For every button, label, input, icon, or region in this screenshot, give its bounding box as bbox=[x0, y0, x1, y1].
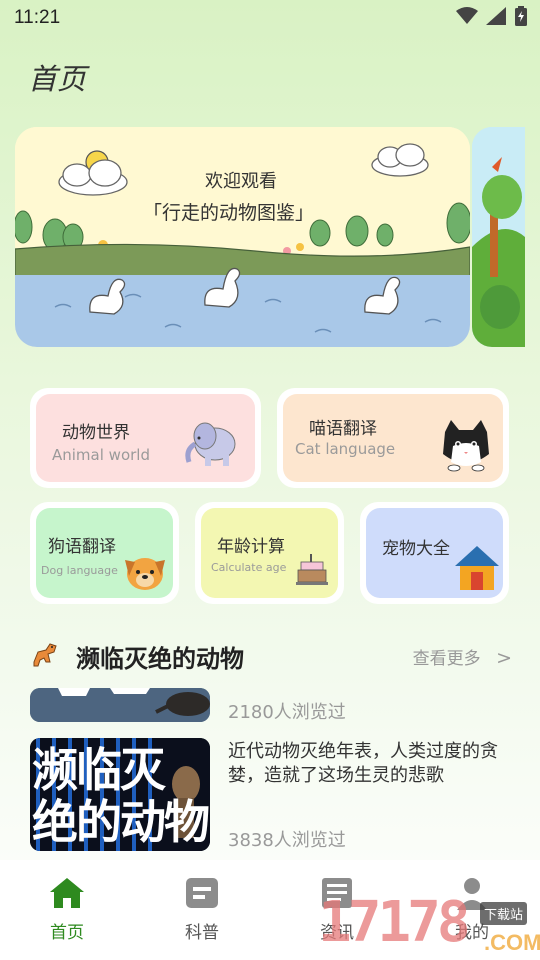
battery-icon bbox=[515, 6, 527, 26]
watermark-suffix: .COM bbox=[484, 930, 540, 955]
category-title: 喵语翻译 bbox=[309, 419, 377, 439]
armadillo-illustration bbox=[30, 688, 210, 722]
category-subtitle: Dog language bbox=[41, 564, 118, 577]
article-thumbnail: 濒临灭 绝的动物 bbox=[30, 738, 210, 851]
banner-slide[interactable]: 欢迎观看 「行走的动物图鉴」 bbox=[15, 127, 470, 347]
category-card-inner: 狗语翻译 Dog language bbox=[36, 508, 173, 598]
book-icon bbox=[186, 878, 218, 908]
thumbnail-line1: 濒临灭 bbox=[32, 743, 166, 797]
section-title: 濒临灭绝的动物 bbox=[76, 645, 244, 673]
list-item[interactable]: 2180人浏览过 bbox=[0, 688, 540, 728]
page-title: 首页 bbox=[28, 62, 87, 96]
watermark-number: 17178 bbox=[318, 890, 471, 955]
category-card-inner: 喵语翻译 Cat language bbox=[283, 394, 503, 482]
category-calculate-age[interactable]: 年龄计算 Calculate age bbox=[195, 502, 344, 604]
status-icons bbox=[456, 6, 528, 26]
article-views: 2180人浏览过 bbox=[228, 702, 346, 723]
banner-illustration: 欢迎观看 「行走的动物图鉴」 bbox=[15, 127, 470, 347]
tab-home[interactable]: 首页 bbox=[27, 876, 107, 943]
category-dog-language[interactable]: 狗语翻译 Dog language bbox=[30, 502, 179, 604]
tab-label: 首页 bbox=[50, 923, 84, 943]
category-animal-world[interactable]: 动物世界 Animal world bbox=[30, 388, 261, 488]
status-bar: 11:21 bbox=[0, 0, 540, 36]
see-more-link[interactable]: 查看更多 > bbox=[413, 644, 512, 669]
category-title: 狗语翻译 bbox=[48, 537, 116, 557]
elephant-icon bbox=[185, 422, 236, 466]
category-card-inner: 动物世界 Animal world bbox=[36, 394, 255, 482]
list-item[interactable]: 濒临灭 绝的动物 近代动物灭绝年表，人类过度的贪婪，造就了这场生灵的悲歌 383… bbox=[0, 738, 540, 858]
category-pet-encyclopedia[interactable]: 宠物大全 bbox=[360, 502, 509, 604]
wifi-icon bbox=[456, 7, 478, 24]
category-subtitle: Calculate age bbox=[211, 561, 287, 574]
category-cat-language[interactable]: 喵语翻译 Cat language bbox=[277, 388, 509, 488]
doghouse-icon bbox=[455, 546, 499, 590]
article-list[interactable]: 2180人浏览过 濒临灭 绝的动物 近代动物灭绝年表，人类过度的贪婪，造就了这场… bbox=[0, 688, 540, 858]
thumbnail-line2: 绝的动物 bbox=[32, 795, 210, 849]
signal-icon bbox=[486, 7, 506, 25]
dinosaur-icon bbox=[33, 643, 57, 667]
article-description: 近代动物灭绝年表，人类过度的贪婪，造就了这场生灵的悲歌 bbox=[228, 741, 498, 786]
see-more-label: 查看更多 bbox=[412, 649, 481, 669]
dog-icon bbox=[125, 558, 165, 590]
thumbnail-text: 濒临灭 绝的动物 bbox=[32, 743, 210, 849]
cat-icon bbox=[443, 420, 489, 472]
category-subtitle: Animal world bbox=[52, 446, 150, 464]
article-thumbnail bbox=[30, 688, 210, 722]
cake-icon bbox=[296, 554, 328, 585]
home-icon bbox=[50, 878, 84, 908]
status-time: 11:21 bbox=[14, 7, 61, 28]
banner-next-illustration bbox=[472, 127, 525, 347]
category-card-inner: 年龄计算 Calculate age bbox=[201, 508, 338, 598]
banner-line2: 「行走的动物图鉴」 bbox=[143, 202, 314, 224]
category-title: 宠物大全 bbox=[382, 539, 450, 559]
category-card-inner: 宠物大全 bbox=[366, 508, 503, 598]
banner-next-slide[interactable] bbox=[472, 127, 525, 347]
category-title: 动物世界 bbox=[62, 423, 130, 443]
tab-science[interactable]: 科普 bbox=[162, 876, 242, 943]
category-subtitle: Cat language bbox=[295, 440, 396, 458]
banner-line1: 欢迎观看 bbox=[205, 171, 277, 192]
category-title: 年龄计算 bbox=[217, 537, 285, 557]
watermark-tag: 下载站 bbox=[480, 902, 528, 925]
article-views: 3838人浏览过 bbox=[228, 830, 346, 851]
watermark-logo: 17178 .COM 下载站 bbox=[318, 880, 540, 960]
section-header: 濒临灭绝的动物 查看更多 > bbox=[30, 636, 520, 676]
chevron-right-icon: > bbox=[496, 647, 512, 669]
tab-label: 科普 bbox=[185, 923, 219, 943]
